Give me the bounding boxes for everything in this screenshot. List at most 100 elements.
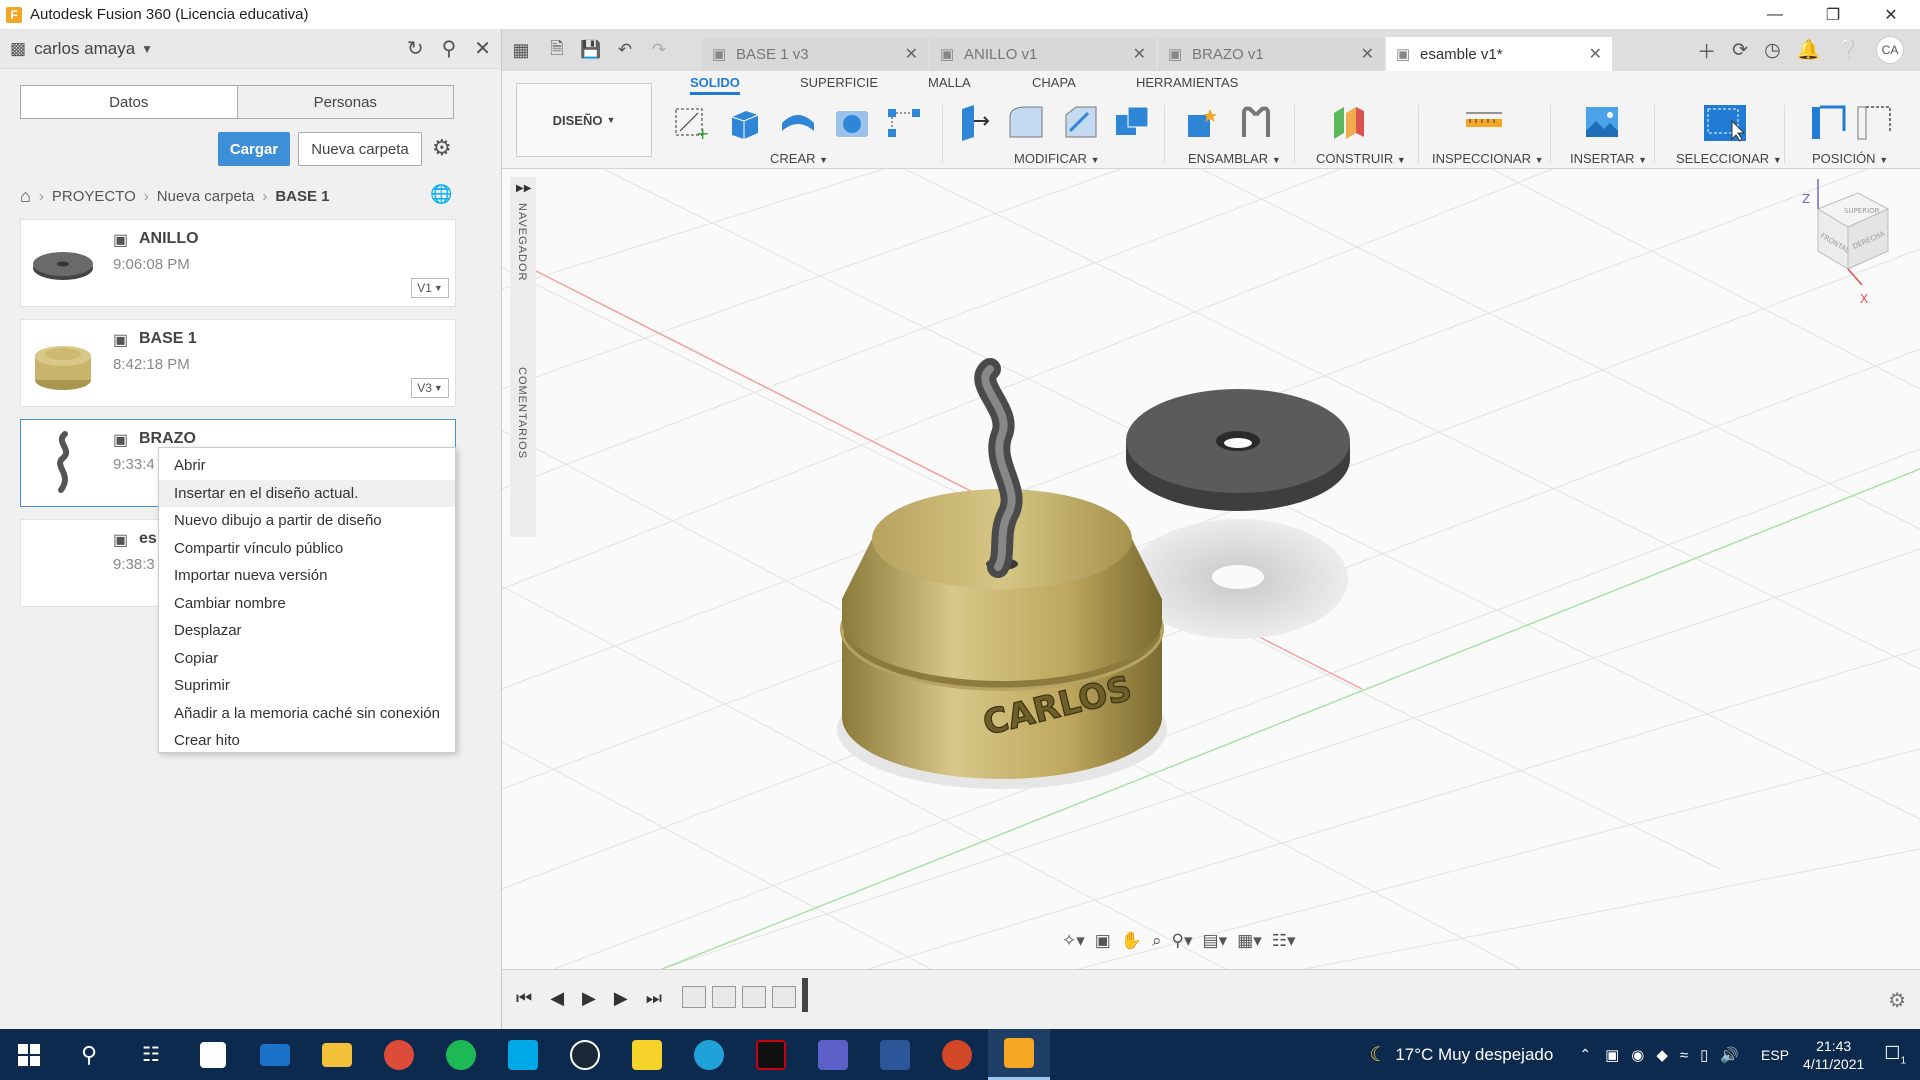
save-icon[interactable]: 💾	[574, 29, 608, 71]
close-icon[interactable]: ✕	[1589, 44, 1602, 64]
ribbon-tab-superficie[interactable]: SUPERFICIE	[800, 75, 878, 90]
notifications-icon[interactable]: 🔔	[1797, 38, 1821, 62]
menu-item-importar[interactable]: Importar nueva versión	[159, 562, 455, 590]
ribbon-tab-malla[interactable]: MALLA	[928, 75, 971, 90]
user-name[interactable]: carlos amaya	[34, 39, 135, 59]
capture-position-icon[interactable]	[1808, 101, 1848, 143]
app-grid-icon[interactable]: ▦	[502, 29, 540, 71]
spotify-icon[interactable]	[430, 1029, 492, 1080]
tab-personas[interactable]: Personas	[237, 86, 453, 118]
timeline-marker[interactable]	[802, 978, 808, 1012]
sticky-notes-icon[interactable]	[616, 1029, 678, 1080]
undo-icon[interactable]: ↶	[608, 29, 642, 71]
tray-icons[interactable]: ▣◉◆≈▯🔊	[1605, 1046, 1751, 1064]
comments-label[interactable]: COMENTARIOS	[516, 367, 528, 459]
pan-icon[interactable]: ✋	[1121, 931, 1142, 951]
combine-icon[interactable]	[1112, 101, 1152, 143]
timeline-feature[interactable]	[742, 986, 766, 1008]
timeline-feature[interactable]	[772, 986, 796, 1008]
zoom-icon[interactable]: ⌕	[1152, 931, 1162, 951]
word-icon[interactable]	[864, 1029, 926, 1080]
powerpoint-icon[interactable]	[926, 1029, 988, 1080]
tab-datos[interactable]: Datos	[21, 86, 238, 118]
weather-text[interactable]: 17°C Muy despejado	[1395, 1045, 1553, 1065]
windows-start-icon[interactable]	[0, 1029, 58, 1080]
job-status-icon[interactable]: ◷	[1764, 39, 1781, 62]
file-explorer-icon[interactable]	[306, 1029, 368, 1080]
refresh-icon[interactable]: ↻	[407, 36, 424, 61]
close-icon[interactable]: ✕	[474, 36, 491, 61]
insert-image-icon[interactable]	[1582, 101, 1622, 143]
tray-chevron-icon[interactable]: ⌃	[1579, 1046, 1591, 1063]
press-pull-icon[interactable]	[952, 101, 992, 143]
menu-item-cache[interactable]: Añadir a la memoria caché sin conexión	[159, 700, 455, 728]
3d-viewport[interactable]: CARLOS SUPERIOR FRONTAL DERECHA Z X ▶▶ N…	[502, 169, 1920, 969]
anillo-washer[interactable]	[1126, 389, 1350, 511]
doc-tab-base[interactable]: ▣ BASE 1 v3 ✕	[702, 37, 928, 71]
store-icon[interactable]	[182, 1029, 244, 1080]
play-icon[interactable]: ▶	[582, 988, 596, 1009]
browser-strip[interactable]: ▶▶ NAVEGADOR COMENTARIOS	[510, 177, 536, 537]
hole-icon[interactable]	[832, 101, 872, 143]
extensions-icon[interactable]: ⟳	[1732, 39, 1748, 62]
edge-icon[interactable]	[678, 1029, 740, 1080]
search-icon[interactable]: ⚲	[58, 1029, 120, 1080]
chrome-icon[interactable]	[368, 1029, 430, 1080]
doc-tab-esamble[interactable]: ▣ esamble v1* ✕	[1386, 37, 1612, 71]
gear-icon[interactable]: ⚙	[432, 135, 452, 161]
gear-icon[interactable]: ⚙	[1888, 988, 1906, 1013]
group-label-crear[interactable]: CREAR ▼	[770, 151, 828, 166]
group-label-modificar[interactable]: MODIFICAR ▼	[1014, 151, 1100, 166]
version-dropdown[interactable]: V3 ▼	[411, 378, 449, 398]
group-label-inspeccionar[interactable]: INSPECCIONAR ▼	[1432, 151, 1544, 166]
close-icon[interactable]: ✕	[1361, 44, 1374, 64]
revert-position-icon[interactable]	[1854, 101, 1894, 143]
menu-item-copiar[interactable]: Copiar	[159, 645, 455, 673]
version-dropdown[interactable]: V1 ▼	[411, 278, 449, 298]
app-red-icon[interactable]	[740, 1029, 802, 1080]
browser-label[interactable]: NAVEGADOR	[516, 203, 528, 281]
file-card-anillo[interactable]: ▣ ANILLO 9:06:08 PM V1 ▼	[20, 219, 456, 307]
close-window-button[interactable]: ✕	[1862, 0, 1920, 29]
group-label-insertar[interactable]: INSERTAR ▼	[1570, 151, 1647, 166]
menu-item-abrir[interactable]: Abrir	[159, 452, 455, 480]
offset-plane-icon[interactable]	[1328, 101, 1368, 143]
home-icon[interactable]: ⌂	[20, 186, 31, 207]
joint-icon[interactable]	[1236, 101, 1276, 143]
close-icon[interactable]: ✕	[905, 44, 918, 64]
breadcrumb-item-project[interactable]: PROYECTO	[52, 188, 136, 205]
go-to-end-icon[interactable]: ⏭	[646, 988, 662, 1009]
menu-item-insertar[interactable]: Insertar en el diseño actual.	[159, 479, 455, 507]
ribbon-tab-chapa[interactable]: CHAPA	[1032, 75, 1076, 90]
teams-icon[interactable]	[802, 1029, 864, 1080]
new-folder-button[interactable]: Nueva carpeta	[298, 132, 422, 166]
select-icon[interactable]	[1702, 101, 1748, 143]
ribbon-tab-herramientas[interactable]: HERRAMIENTAS	[1136, 75, 1238, 90]
breadcrumb-item-folder[interactable]: Nueva carpeta	[157, 188, 255, 205]
menu-item-compartir[interactable]: Compartir vínculo público	[159, 535, 455, 563]
search-icon[interactable]: ⚲	[442, 36, 457, 61]
menu-item-crear-hito[interactable]: Crear hito	[159, 727, 455, 755]
view-cube[interactable]: SUPERIOR FRONTAL DERECHA Z X	[1802, 179, 1890, 306]
task-view-icon[interactable]: ☷	[120, 1029, 182, 1080]
orbit-icon[interactable]: ✧▾	[1062, 931, 1085, 951]
display-settings-icon[interactable]: ▤▾	[1203, 931, 1228, 951]
grid-settings-icon[interactable]: ▦▾	[1237, 931, 1262, 951]
minimize-button[interactable]: —	[1746, 0, 1804, 29]
timeline-feature[interactable]	[712, 986, 736, 1008]
menu-item-suprimir[interactable]: Suprimir	[159, 672, 455, 700]
redo-icon[interactable]: ↷	[642, 29, 676, 71]
menu-item-cambiar-nombre[interactable]: Cambiar nombre	[159, 590, 455, 618]
group-label-ensamblar[interactable]: ENSAMBLAR ▼	[1188, 151, 1281, 166]
group-label-posicion[interactable]: POSICIÓN ▼	[1812, 151, 1888, 166]
fusion-taskbar-icon[interactable]	[988, 1029, 1050, 1080]
viewports-icon[interactable]: ☷▾	[1272, 931, 1296, 951]
fillet-icon[interactable]	[1006, 101, 1046, 143]
language-indicator[interactable]: ESP	[1761, 1047, 1789, 1063]
step-back-icon[interactable]: ◀	[550, 988, 564, 1009]
upload-button[interactable]: Cargar	[218, 132, 290, 166]
go-to-start-icon[interactable]: ⏮	[516, 988, 532, 1009]
look-at-icon[interactable]: ▣	[1095, 931, 1111, 951]
group-label-construir[interactable]: CONSTRUIR ▼	[1316, 151, 1406, 166]
app-l-icon[interactable]	[492, 1029, 554, 1080]
